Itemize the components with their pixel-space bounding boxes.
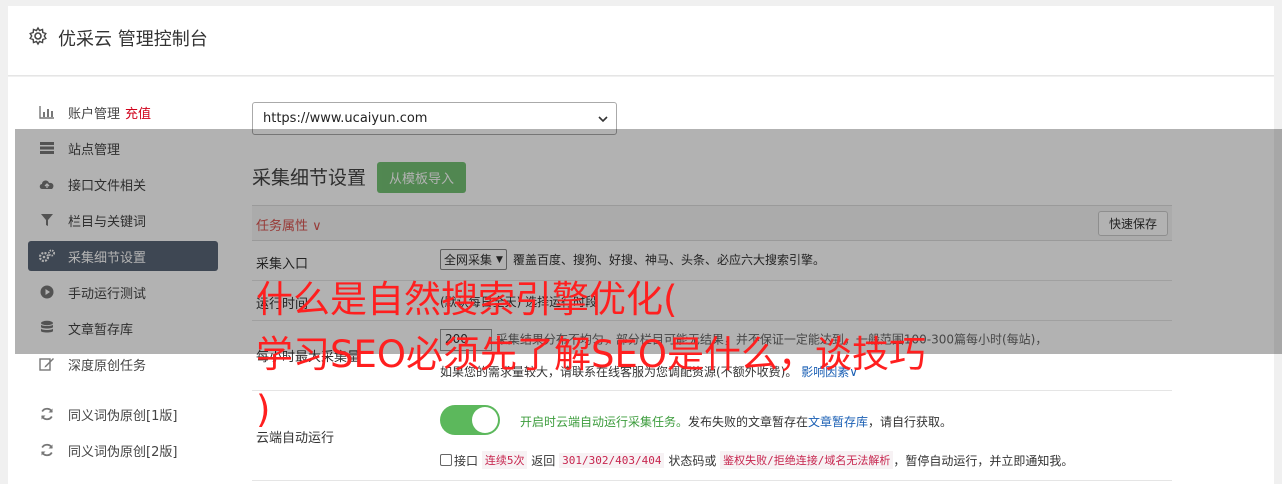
sidebar-item-label: 同义词伪原创[2版] <box>68 444 178 460</box>
overlay-title-line: 什么是自然搜索引擎优化( <box>256 278 678 321</box>
page-title: 优采云 管理控制台 <box>58 29 208 50</box>
code-consecutive: 连续5次 <box>481 451 528 469</box>
notify-option: 接口 连续5次 返回 301/302/403/404 状态码或 鉴权失败/拒绝连… <box>440 451 1073 469</box>
overlay-title-line: ) <box>256 388 271 431</box>
sidebar-item-label: 深度原创任务 <box>68 358 147 374</box>
app-header: 优采云 管理控制台 <box>8 6 1274 76</box>
notify-label: 接口 <box>454 453 479 468</box>
sidebar-item-synonym-v2[interactable]: 同义词伪原创[2版] <box>28 435 218 465</box>
notify-checkbox[interactable] <box>440 454 452 466</box>
notify-text-3: ，暂停自动运行，并立即通知我。 <box>893 453 1074 468</box>
code-status: 301/302/403/404 <box>559 452 665 468</box>
sidebar-item-synonym-v1[interactable]: 同义词伪原创[1版] <box>28 399 218 429</box>
refresh-icon <box>38 406 56 422</box>
overlay-article-title: 什么是自然搜索引擎优化( 学习SEO必须先了解SEO是什么，谈技巧 ) <box>256 272 1056 437</box>
edit-icon <box>38 356 56 372</box>
recharge-link[interactable]: 充值 <box>125 103 151 122</box>
bar-chart-icon <box>38 104 56 120</box>
notify-text-1: 返回 <box>531 453 556 468</box>
sidebar-item-account[interactable]: 账户管理 充值 <box>28 97 218 127</box>
sidebar-item-label: 账户管理 <box>68 106 121 122</box>
notify-text-2: 状态码或 <box>668 453 717 468</box>
overlay-title-line: 学习SEO必须先了解SEO是什么，谈技巧 <box>256 333 926 376</box>
sidebar-divider <box>28 385 218 399</box>
site-select-value: https://www.ucaiyun.com <box>263 111 428 126</box>
code-errors: 鉴权失败/拒绝连接/域名无法解析 <box>720 451 894 469</box>
sidebar-item-label: 同义词伪原创[1版] <box>68 408 178 424</box>
gear-icon <box>29 26 47 46</box>
refresh-icon <box>38 442 56 458</box>
chevron-down-icon <box>598 116 608 123</box>
